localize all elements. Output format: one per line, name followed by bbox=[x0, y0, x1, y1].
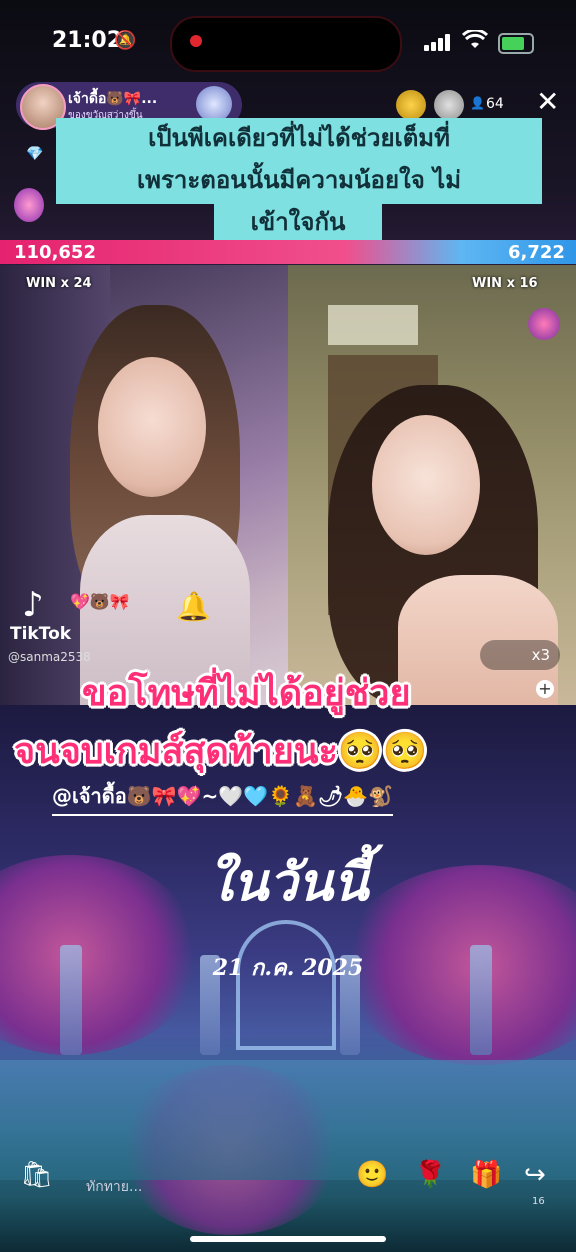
wifi-icon bbox=[461, 28, 489, 55]
caption-line-1: เป็นพีเคเดียวที่ไม่ได้ช่วยเต็มที่ bbox=[56, 118, 542, 162]
apology-caption-line-1: ขอโทษที่ไม่ได้อยู่ช่วย bbox=[82, 673, 411, 714]
blue-bell-icon: 🔔 bbox=[176, 590, 211, 623]
comment-input[interactable]: ทักทาย... bbox=[86, 1176, 142, 1198]
tiktok-username: @sanma2538 bbox=[8, 650, 91, 664]
dynamic-island bbox=[170, 16, 402, 72]
score-right: 6,722 bbox=[508, 242, 565, 263]
emoji-icon[interactable]: 🙂 bbox=[356, 1160, 388, 1190]
apology-caption-line-2: จนจบเกมส์สุดท้ายนะ🥺🥺 bbox=[14, 731, 428, 772]
shop-icon[interactable]: 🛍 bbox=[20, 1160, 53, 1190]
win-streak-left: WIN x 24 bbox=[26, 276, 92, 291]
recording-indicator-icon bbox=[190, 35, 202, 47]
mute-bell-icon: 🔕 bbox=[114, 30, 137, 51]
tiktok-logo-icon: ♪ bbox=[22, 585, 44, 625]
gift-multiplier-badge[interactable]: x3 bbox=[480, 640, 560, 670]
share-count: 16 bbox=[532, 1196, 545, 1207]
gift-badge-icon[interactable] bbox=[528, 308, 560, 340]
diamond-icon: 💎 bbox=[26, 146, 44, 162]
follow-avatar-icon[interactable] bbox=[196, 86, 232, 122]
battery-icon bbox=[498, 33, 534, 54]
viewer-count[interactable]: 64 bbox=[486, 96, 504, 112]
top-gifter-avatar[interactable] bbox=[396, 90, 426, 120]
caption-line-2: เพราะตอนนั้นมีความน้อยใจ ไม่ bbox=[56, 160, 542, 204]
host-name: เจ้าดื้อ🐻🎀... bbox=[68, 91, 158, 107]
share-icon[interactable]: ↪ bbox=[524, 1160, 546, 1190]
tiktok-wordmark: TikTok bbox=[10, 624, 72, 644]
add-icon[interactable]: + bbox=[536, 680, 554, 698]
status-time: 21:02 bbox=[52, 28, 123, 53]
close-icon[interactable]: ✕ bbox=[536, 88, 559, 116]
people-icon: 👤 bbox=[470, 96, 485, 110]
signal-icon bbox=[424, 33, 454, 51]
emoji-row-icon: 💖🐻🎀 bbox=[70, 592, 130, 611]
score-left: 110,652 bbox=[14, 242, 96, 263]
today-title: ในวันนี้ bbox=[207, 852, 369, 913]
win-streak-right: WIN x 16 bbox=[472, 276, 538, 291]
home-indicator[interactable] bbox=[190, 1236, 386, 1242]
mention-tag[interactable]: @เจ้าดื้อ🐻🎀💖~🤍🩵🌻🧸🌶🐣🐒 bbox=[52, 780, 394, 816]
event-badge-icon[interactable] bbox=[14, 188, 44, 222]
gift-icon[interactable]: 🎁 bbox=[470, 1160, 502, 1190]
date-label: 21 ก.ค. 2025 bbox=[212, 955, 364, 981]
viewer-avatar[interactable] bbox=[434, 90, 464, 120]
rose-gift-icon[interactable]: 🌹 bbox=[414, 1160, 446, 1190]
gift-multiplier: x3 bbox=[531, 646, 550, 664]
